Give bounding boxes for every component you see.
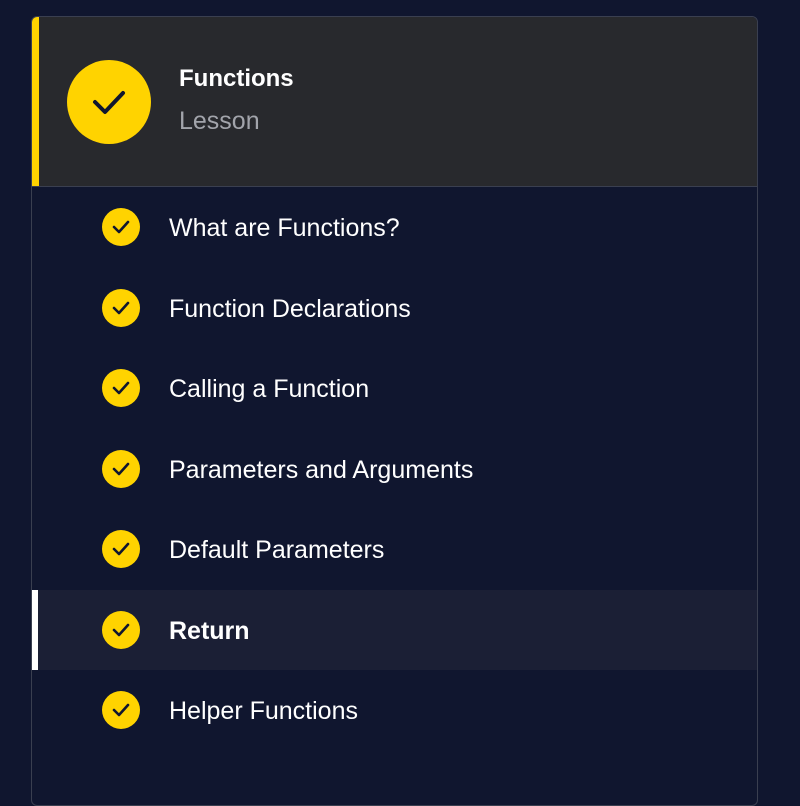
completed-check-icon [102, 449, 140, 488]
completed-check-icon [102, 691, 140, 729]
exercise-item-label: What are Functions? [169, 214, 400, 242]
completed-check-icon [102, 208, 140, 246]
lesson-title: Functions [179, 65, 294, 92]
exercise-item-helper-functions[interactable]: Helper Functions [32, 670, 757, 751]
lesson-subtitle: Lesson [179, 107, 260, 135]
exercise-item-calling-a-function[interactable]: Calling a Function [32, 348, 757, 429]
exercise-item-label: Default Parameters [169, 536, 385, 564]
completed-check-icon [102, 288, 140, 327]
exercise-item-function-declarations[interactable]: Function Declarations [32, 268, 757, 349]
exercise-item-label: Parameters and Arguments [169, 455, 474, 484]
exercise-item-label: Function Declarations [169, 294, 411, 323]
exercise-item-label: Helper Functions [169, 697, 358, 725]
lesson-panel: Functions Lesson What are Functions? Fun… [31, 16, 758, 806]
exercise-list: What are Functions? Function Declaration… [32, 187, 757, 751]
exercise-item-parameters-and-arguments[interactable]: Parameters and Arguments [32, 429, 757, 510]
header-accent-bar [32, 17, 39, 186]
lesson-header[interactable]: Functions Lesson [32, 17, 757, 187]
exercise-item-label: Return [169, 616, 250, 645]
exercise-item-label: Calling a Function [169, 375, 370, 403]
completed-check-icon [102, 369, 140, 407]
completed-check-icon [102, 610, 140, 649]
completed-check-icon [102, 530, 140, 568]
exercise-item-default-parameters[interactable]: Default Parameters [32, 509, 757, 590]
lesson-complete-check-icon [67, 60, 151, 144]
exercise-item-what-are-functions[interactable]: What are Functions? [32, 187, 757, 268]
exercise-item-return[interactable]: Return [32, 589, 757, 670]
